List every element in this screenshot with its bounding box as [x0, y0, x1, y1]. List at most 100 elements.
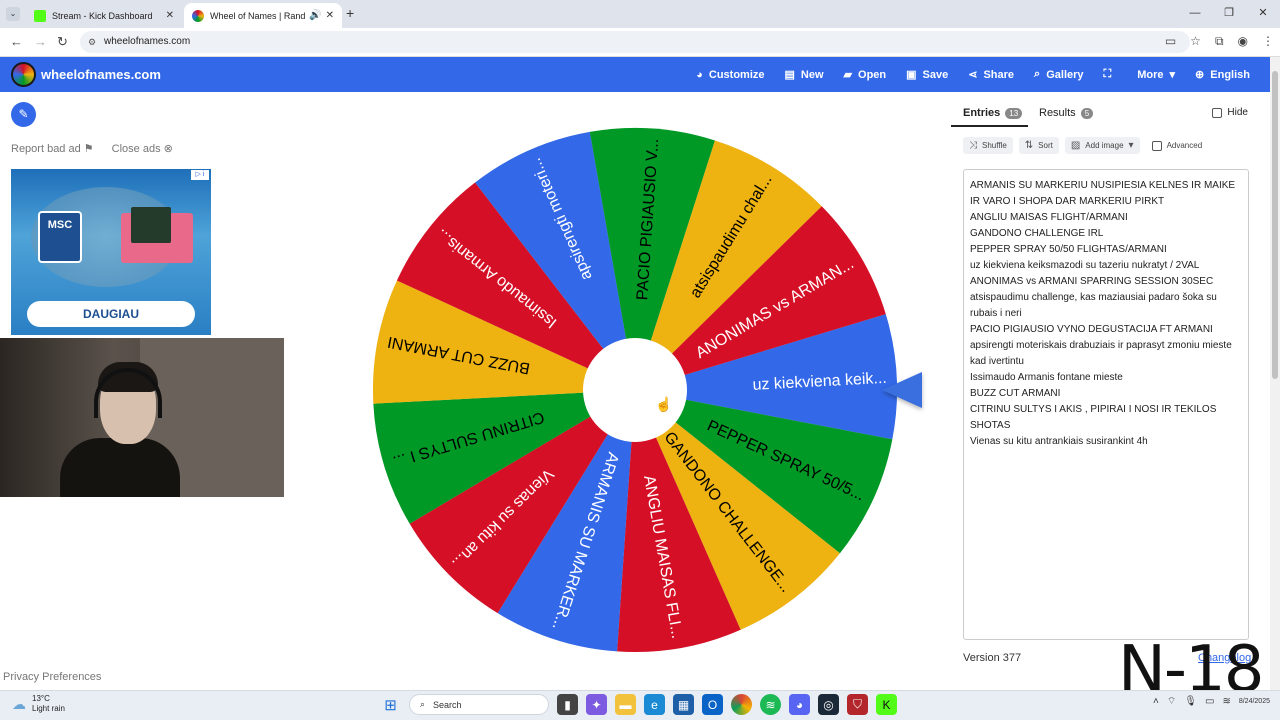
close-ads-label: Close ads — [111, 143, 161, 155]
palette-icon: ◕ — [696, 68, 703, 81]
hide-checkbox[interactable] — [1212, 107, 1223, 118]
back-icon[interactable]: ← — [10, 34, 23, 49]
restore-icon[interactable]: ❐ — [1212, 0, 1246, 28]
add-image-button[interactable]: ▨ Add image ▾ — [1064, 137, 1140, 154]
task-view-icon[interactable]: ▮ — [557, 694, 578, 715]
speaker-icon[interactable]: 🔊 — [309, 10, 321, 21]
forward-icon[interactable]: → — [34, 34, 47, 49]
adchoices-icon[interactable]: ▷ i — [191, 170, 209, 180]
extensions-icon[interactable]: ⧉ — [1215, 34, 1224, 49]
entry-line: ANGLIU MAISAS FLIGHT/ARMANI — [970, 212, 1128, 223]
chrome-icon[interactable] — [731, 694, 752, 715]
gallery-button[interactable]: ⌕ Gallery — [1024, 57, 1093, 92]
site-info-icon[interactable]: ⚙ — [88, 31, 96, 53]
add-image-label: Add image — [1085, 141, 1124, 150]
spotify-icon[interactable]: ≋ — [760, 694, 781, 715]
close-window-icon[interactable]: ✕ — [1246, 0, 1280, 28]
privacy-preferences-link[interactable]: Privacy Preferences — [3, 671, 101, 683]
sort-button[interactable]: ⇅ Sort — [1018, 137, 1059, 154]
menu-label: Share — [983, 68, 1015, 81]
entry-line: PEPPER SPRAY 50/50 FLIGHTAS/ARMANI — [970, 244, 1167, 255]
outlook-icon[interactable]: O — [702, 694, 723, 715]
report-bad-ad-link[interactable]: Report bad ad ⚑ — [11, 142, 94, 155]
tab-results[interactable]: Results 5 — [1039, 107, 1094, 119]
discord-icon[interactable]: ◕ — [789, 694, 810, 715]
shuffle-button[interactable]: ⤨ Shuffle — [963, 137, 1013, 154]
tab-entries[interactable]: Entries 13 — [963, 107, 1023, 119]
share-button[interactable]: ⋖ Share — [958, 57, 1024, 92]
new-tab-icon[interactable]: + — [346, 5, 354, 21]
entry-line: apsirengti moteriskais drabuziais ir pap… — [970, 340, 1232, 367]
header-menu: ◕ Customize ▤ New ▰ Open ▣ Save ⋖ Share ⌕ Gall… — [686, 57, 1260, 92]
save-button[interactable]: ▣ Save — [896, 57, 958, 92]
url-text: wheelofnames.com — [104, 36, 191, 47]
microphone-icon[interactable]: 🎙 — [1184, 696, 1197, 707]
reload-icon[interactable]: ↻ — [57, 34, 68, 50]
customize-button[interactable]: ◕ Customize — [686, 57, 774, 92]
profile-icon[interactable]: ◉ — [1238, 34, 1248, 49]
wifi-icon[interactable]: ≋ — [1222, 696, 1230, 707]
weather-text: 13°C Light rain — [32, 694, 65, 714]
scrollbar-thumb[interactable] — [1272, 71, 1278, 379]
sort-label: Sort — [1038, 141, 1053, 150]
shield-app-icon[interactable]: ⛉ — [847, 694, 868, 715]
temperature: 13°C — [32, 694, 50, 703]
entries-panel: Entries 13 Results 5 Hide ⤨ Shuffle ⇅ Sort… — [951, 98, 1262, 678]
copilot-icon[interactable]: ✦ — [586, 694, 607, 715]
kebab-menu-icon[interactable]: ⋮ — [1262, 34, 1274, 49]
url-field[interactable]: ⚙ wheelofnames.com — [80, 31, 1190, 53]
edit-pencil-button[interactable]: ✎ — [11, 102, 36, 127]
entries-textarea[interactable]: ARMANIS SU MARKERIU NUSIPIESIA KELNES IR… — [963, 169, 1249, 640]
weather-widget[interactable]: ☁ 13°C Light rain — [12, 694, 65, 714]
advertisement[interactable]: MSC ▷ i DAUGIAU — [11, 169, 211, 335]
close-tab-icon[interactable]: ✕ — [166, 10, 174, 21]
page-scrollbar[interactable] — [1270, 57, 1280, 690]
bookmark-star-icon[interactable]: ☆ — [1190, 34, 1201, 49]
browser-tab-kick[interactable]: Stream - Kick Dashboard ✕ — [26, 3, 182, 28]
more-button[interactable]: More ▾ — [1127, 57, 1185, 92]
date: 8/24/2025 — [1238, 697, 1270, 705]
entry-line: Issimaudo Armanis fontane mieste — [970, 372, 1123, 383]
wheel-logo-icon[interactable] — [11, 62, 36, 87]
tab-search-icon[interactable]: ⌄ — [6, 7, 20, 21]
close-ads-link[interactable]: Close ads ⊗ — [112, 142, 173, 155]
advanced-toggle[interactable]: Advanced — [1146, 137, 1209, 154]
store-icon[interactable]: ▦ — [673, 694, 694, 715]
taskbar-apps: ⊞ ⌕ Search ▮ ✦ ▬ e ▦ O ≋ ◕ ◎ ⛉ K — [380, 694, 897, 715]
ad-brand: MSC — [47, 219, 73, 231]
hide-toggle[interactable]: Hide — [1212, 107, 1248, 118]
open-button[interactable]: ▰ Open — [834, 57, 897, 92]
tab-label: Entries — [963, 107, 1001, 119]
file-explorer-icon[interactable]: ▬ — [615, 694, 636, 715]
display-icon[interactable]: ▭ — [1205, 696, 1214, 707]
msc-logo: MSC — [38, 211, 82, 263]
save-icon: ▣ — [906, 69, 917, 81]
browser-tabstrip: ⌄ Stream - Kick Dashboard ✕ Wheel of Nam… — [0, 0, 1280, 28]
windows-start-icon[interactable]: ⊞ — [380, 694, 401, 715]
app-header: wheelofnames.com ◕ Customize ▤ New ▰ Open ▣… — [0, 57, 1270, 92]
fullscreen-button[interactable]: ⛶ — [1094, 57, 1128, 92]
language-button[interactable]: ⊕ English — [1185, 57, 1260, 92]
advanced-checkbox[interactable] — [1151, 140, 1162, 151]
close-tab-icon[interactable]: ✕ — [326, 10, 334, 21]
clock[interactable]: 8/24/2025 — [1239, 697, 1270, 707]
wheel-center-hub[interactable] — [583, 338, 687, 442]
ad-cta-button[interactable]: DAUGIAU — [27, 301, 195, 327]
edge-icon[interactable]: e — [644, 694, 665, 715]
menu-label: Gallery — [1046, 68, 1084, 81]
spinning-wheel[interactable]: uz kiekviena keik...PEPPER SPRAY 50/5...… — [372, 127, 898, 653]
entry-line: GANDONO CHALLENGE IRL — [970, 228, 1104, 239]
cloud-rain-icon: ☁ — [12, 695, 26, 712]
tray-chevron-icon[interactable]: ˄ — [1153, 696, 1159, 707]
taskbar-search[interactable]: ⌕ Search — [409, 694, 549, 715]
cast-icon[interactable]: ▭ — [1165, 34, 1176, 49]
kick-app-icon[interactable]: K — [876, 694, 897, 715]
brand-title[interactable]: wheelofnames.com — [41, 67, 161, 82]
network-icon[interactable]: ⌔ — [1167, 695, 1176, 708]
steam-icon[interactable]: ◎ — [818, 694, 839, 715]
minimize-icon[interactable]: — — [1178, 0, 1212, 28]
fullscreen-icon: ⛶ — [1103, 68, 1112, 80]
entry-line: atsispaudimu challenge, kas maziausiai p… — [970, 292, 1217, 319]
browser-tab-wheel[interactable]: Wheel of Names | Random 🔊 ✕ — [184, 3, 342, 28]
new-button[interactable]: ▤ New — [775, 57, 834, 92]
